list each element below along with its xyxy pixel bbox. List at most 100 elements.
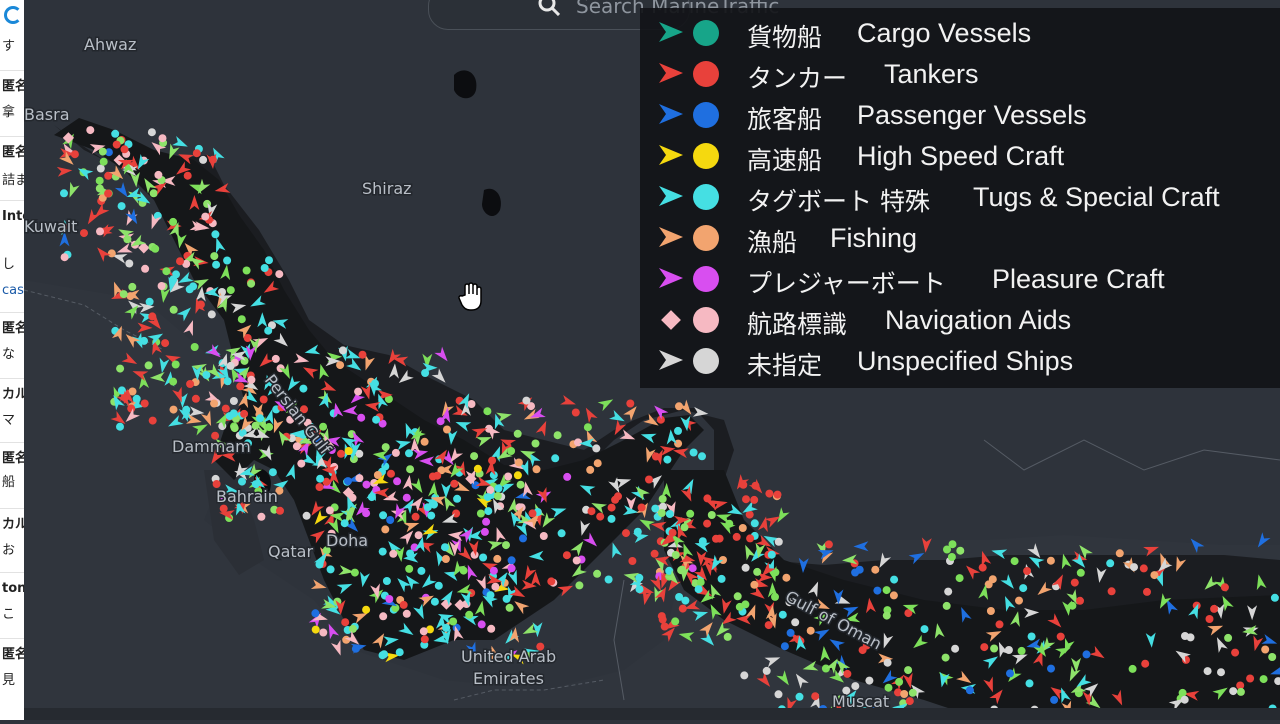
ship-marker[interactable] — [344, 477, 352, 486]
ship-marker[interactable] — [688, 564, 697, 573]
ship-marker[interactable] — [765, 489, 774, 498]
ship-marker[interactable] — [405, 449, 413, 458]
ship-marker[interactable] — [348, 624, 357, 633]
ship-marker[interactable] — [116, 364, 125, 373]
ship-marker[interactable] — [507, 564, 516, 573]
ship-marker[interactable] — [628, 557, 637, 565]
ship-marker[interactable] — [1178, 688, 1187, 697]
ship-marker[interactable] — [884, 683, 893, 692]
ship-marker[interactable] — [389, 549, 398, 558]
ship-marker[interactable] — [367, 493, 376, 502]
ship-marker[interactable] — [791, 618, 800, 627]
ship-marker[interactable] — [890, 575, 899, 584]
ship-marker[interactable] — [738, 524, 747, 532]
ship-marker[interactable] — [531, 439, 540, 448]
ship-marker[interactable] — [593, 459, 602, 468]
ship-marker[interactable] — [1231, 648, 1240, 657]
ship-marker[interactable] — [453, 494, 462, 503]
ship-marker[interactable] — [1027, 632, 1036, 641]
ship-marker[interactable] — [148, 416, 157, 425]
ship-marker[interactable] — [399, 600, 408, 609]
ship-marker[interactable] — [1056, 632, 1065, 641]
ship-marker[interactable] — [717, 574, 726, 583]
ship-marker[interactable] — [482, 517, 491, 526]
ship-marker[interactable] — [593, 569, 602, 578]
ship-marker[interactable] — [95, 176, 104, 185]
ship-marker[interactable] — [393, 477, 402, 486]
ship-marker[interactable] — [1010, 557, 1019, 566]
ship-marker[interactable] — [319, 628, 328, 637]
ship-marker[interactable] — [516, 480, 525, 489]
ship-marker[interactable] — [480, 527, 489, 536]
ship-marker[interactable] — [378, 547, 387, 556]
ship-marker[interactable] — [851, 568, 860, 577]
ship-marker[interactable] — [1015, 596, 1023, 605]
ship-marker[interactable] — [414, 531, 423, 540]
ship-marker[interactable] — [434, 581, 443, 590]
ship-marker[interactable] — [1082, 650, 1091, 659]
ship-marker[interactable] — [1150, 571, 1159, 580]
ship-marker[interactable] — [943, 545, 951, 554]
ship-marker[interactable] — [1268, 653, 1277, 661]
ship-marker[interactable] — [651, 504, 660, 513]
ship-marker[interactable] — [626, 399, 635, 408]
ship-marker[interactable] — [986, 607, 995, 615]
ship-marker[interactable] — [514, 458, 523, 467]
ship-marker[interactable] — [140, 399, 149, 408]
ship-marker[interactable] — [1025, 679, 1034, 688]
ship-marker[interactable] — [96, 227, 104, 236]
ship-marker[interactable] — [1115, 549, 1124, 558]
ship-marker[interactable] — [382, 577, 391, 585]
ship-marker[interactable] — [218, 288, 226, 296]
ship-marker[interactable] — [169, 405, 178, 414]
reload-icon[interactable] — [4, 6, 22, 24]
ship-marker[interactable] — [112, 140, 121, 149]
ship-marker[interactable] — [247, 279, 256, 288]
ship-marker[interactable] — [735, 602, 744, 611]
ship-marker[interactable] — [240, 409, 249, 418]
ship-marker[interactable] — [96, 164, 105, 173]
ship-marker[interactable] — [355, 474, 364, 483]
ship-marker[interactable] — [513, 471, 522, 480]
ship-marker[interactable] — [183, 171, 192, 180]
ship-marker[interactable] — [362, 605, 371, 614]
ship-marker[interactable] — [430, 597, 439, 606]
ship-marker[interactable] — [675, 402, 683, 411]
ship-marker[interactable] — [574, 438, 582, 447]
ship-marker[interactable] — [956, 546, 965, 555]
ship-marker[interactable] — [871, 565, 880, 574]
ship-marker[interactable] — [125, 259, 134, 268]
ship-marker[interactable] — [311, 625, 320, 634]
ship-marker[interactable] — [762, 666, 771, 675]
ship-marker[interactable] — [338, 346, 347, 355]
ship-marker[interactable] — [265, 423, 274, 431]
ship-marker[interactable] — [703, 519, 712, 528]
ship-marker[interactable] — [210, 252, 219, 261]
ship-marker[interactable] — [465, 610, 474, 619]
ship-marker[interactable] — [774, 690, 783, 699]
ship-marker[interactable] — [782, 573, 791, 582]
ship-marker[interactable] — [657, 509, 666, 517]
ship-marker[interactable] — [532, 465, 541, 474]
ship-marker[interactable] — [268, 468, 277, 477]
ship-marker[interactable] — [484, 507, 493, 516]
ship-marker[interactable] — [507, 447, 516, 455]
ship-marker[interactable] — [265, 256, 273, 265]
ship-marker[interactable] — [299, 384, 308, 393]
ship-marker[interactable] — [358, 350, 367, 359]
ship-marker[interactable] — [712, 534, 720, 543]
ship-marker[interactable] — [1107, 587, 1116, 596]
ship-marker[interactable] — [196, 300, 205, 309]
ship-marker[interactable] — [229, 397, 238, 405]
ship-marker[interactable] — [158, 134, 167, 143]
ship-marker[interactable] — [211, 230, 220, 239]
ship-marker[interactable] — [698, 452, 706, 461]
ship-marker[interactable] — [487, 624, 496, 633]
ship-marker[interactable] — [778, 610, 787, 619]
ship-marker[interactable] — [865, 676, 874, 685]
ship-marker[interactable] — [563, 472, 572, 481]
ship-marker[interactable] — [586, 465, 595, 474]
ship-marker[interactable] — [883, 658, 892, 667]
ship-marker[interactable] — [494, 484, 503, 493]
ship-marker[interactable] — [176, 257, 184, 266]
